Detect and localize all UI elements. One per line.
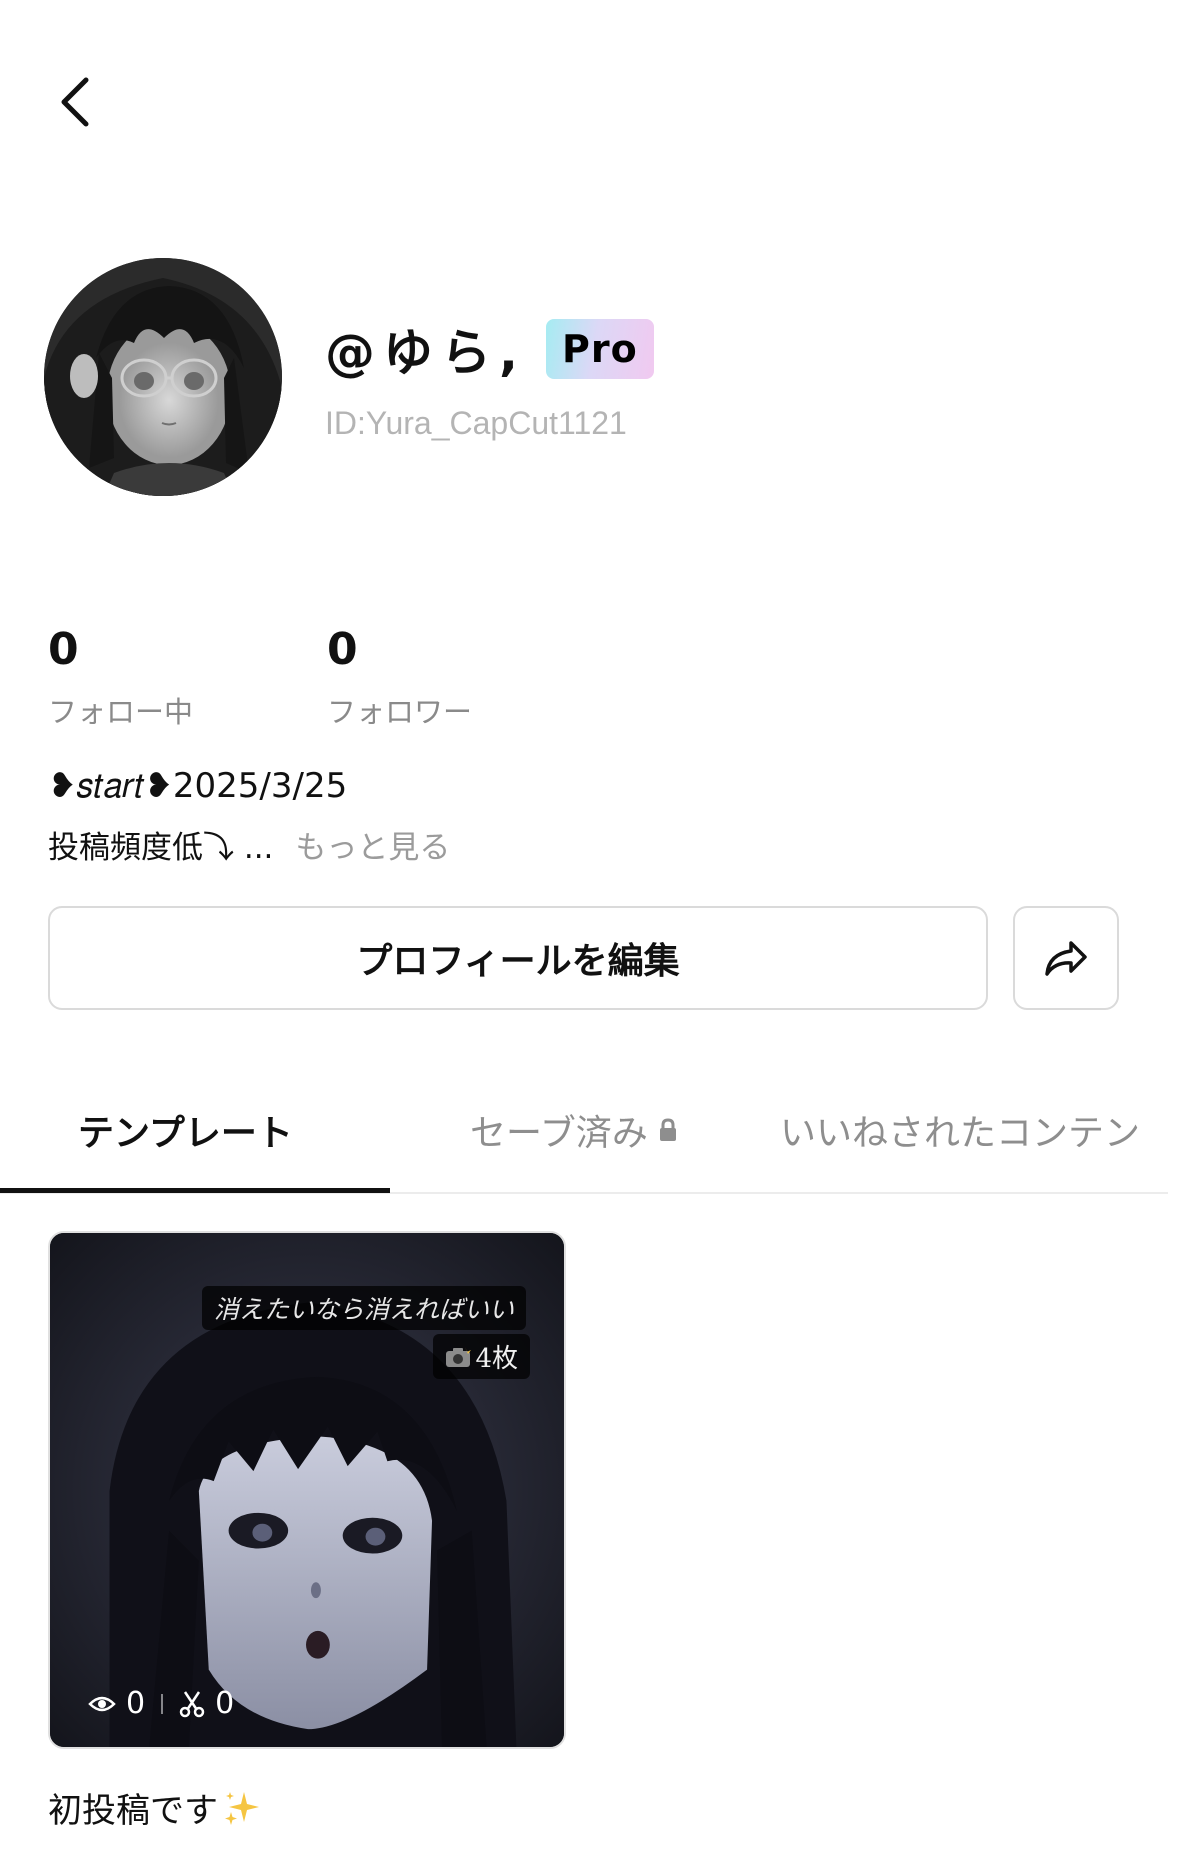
template-caption: 消えたいなら消えればいい bbox=[201, 1286, 526, 1330]
template-uses: 0 bbox=[215, 1686, 235, 1721]
active-tab-indicator bbox=[0, 1188, 390, 1193]
tab-liked-label: いいねされたコンテン bbox=[780, 1113, 1141, 1154]
edit-profile-button[interactable]: プロフィールを編集 bbox=[48, 906, 988, 1010]
followers-count: 0 bbox=[327, 624, 358, 675]
user-id[interactable]: ID:Yura_CapCut1121 bbox=[325, 405, 627, 442]
template-stats: 0 0 bbox=[88, 1686, 234, 1721]
see-more-link[interactable]: もっと見る bbox=[295, 822, 450, 867]
scissors-icon bbox=[179, 1690, 205, 1717]
lock-icon bbox=[659, 1118, 676, 1141]
bio-line-1: ❥𝑠𝑡𝑎𝑟𝑡❥2025/3/25 bbox=[48, 766, 348, 806]
pro-badge[interactable]: Pro bbox=[546, 319, 654, 379]
edit-profile-label: プロフィールを編集 bbox=[356, 941, 680, 982]
tab-templates-label: テンプレート bbox=[78, 1113, 293, 1154]
following-stat[interactable]: 0 フォロー中 bbox=[48, 624, 193, 731]
sparkles-icon bbox=[225, 1791, 259, 1825]
username: @ゆら, bbox=[325, 324, 526, 382]
bio-line-2-text: 投稿頻度低⤵︎ ... bbox=[48, 830, 274, 866]
chevron-left-icon bbox=[61, 77, 89, 127]
template-title-text: 初投稿です bbox=[48, 1791, 218, 1831]
template-views: 0 bbox=[126, 1686, 146, 1721]
eye-icon bbox=[88, 1696, 116, 1711]
tab-liked[interactable]: いいねされたコンテン bbox=[780, 1100, 1140, 1160]
stats-separator bbox=[161, 1693, 164, 1714]
following-count: 0 bbox=[48, 624, 79, 675]
template-photo-count-text: 4枚 bbox=[475, 1344, 518, 1374]
template-card[interactable]: 消えたいなら消えればいい 4枚 0 0 bbox=[48, 1231, 566, 1749]
bio-line-2: 投稿頻度低⤵︎ ... もっと見る bbox=[48, 822, 450, 867]
template-title[interactable]: 初投稿です bbox=[48, 1783, 262, 1832]
following-label: フォロー中 bbox=[48, 695, 194, 729]
tab-saved[interactable]: セーブ済み bbox=[470, 1100, 678, 1160]
template-photo-count: 4枚 bbox=[433, 1334, 530, 1379]
followers-stat[interactable]: 0 フォロワー bbox=[327, 624, 472, 731]
tab-saved-label: セーブ済み bbox=[470, 1113, 648, 1154]
share-button[interactable] bbox=[1013, 906, 1119, 1010]
share-arrow-icon bbox=[1045, 941, 1087, 976]
avatar-illustration bbox=[44, 258, 282, 496]
username-row: @ゆら, Pro bbox=[325, 318, 654, 382]
avatar[interactable] bbox=[44, 258, 282, 496]
camera-flash-icon bbox=[446, 1346, 472, 1367]
followers-label: フォロワー bbox=[327, 695, 473, 729]
tab-templates[interactable]: テンプレート bbox=[78, 1100, 293, 1160]
back-button[interactable] bbox=[48, 72, 102, 132]
